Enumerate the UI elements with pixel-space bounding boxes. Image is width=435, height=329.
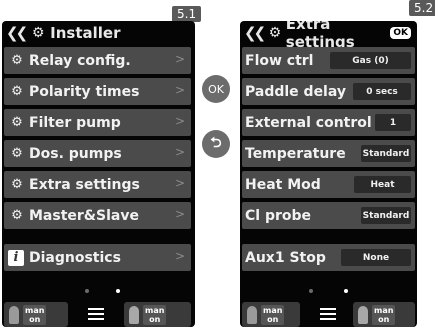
person-icon bbox=[358, 305, 368, 324]
installer-header: ❮❮ ⚙ Installer bbox=[2, 21, 195, 45]
installer-footer: man on man on bbox=[2, 302, 195, 327]
back-arrows-icon[interactable]: ❮❮ bbox=[244, 24, 266, 42]
menu-item-master-slave[interactable]: ⚙ Master&Slave > bbox=[4, 202, 191, 229]
setting-label: Aux1 Stop bbox=[245, 249, 326, 266]
page-dot bbox=[309, 289, 313, 293]
installer-screen: ❮❮ ⚙ Installer ⚙ Relay config. > ⚙ Polar… bbox=[2, 21, 195, 327]
setting-row-flow-ctrl[interactable]: Flow ctrl Gas (0) bbox=[242, 47, 415, 74]
setting-row-aux1-stop[interactable]: Aux1 Stop None bbox=[242, 244, 415, 271]
back-arrow-icon: ⮌ bbox=[210, 135, 222, 151]
gears-icon: ⚙ bbox=[268, 25, 282, 41]
manual-on-label: man on bbox=[372, 304, 396, 325]
setting-row-cl-probe[interactable]: Cl probe Standard bbox=[242, 202, 415, 229]
person-icon bbox=[9, 305, 19, 324]
menu-item-filter-pump[interactable]: ⚙ Filter pump > bbox=[4, 109, 191, 136]
ok-badge[interactable]: OK bbox=[390, 27, 411, 39]
setting-row-paddle-delay[interactable]: Paddle delay 0 secs bbox=[242, 78, 415, 105]
page-indicator bbox=[240, 286, 417, 296]
setting-row-temperature[interactable]: Temperature Standard bbox=[242, 140, 415, 167]
chevron-right-icon: > bbox=[174, 207, 185, 221]
menu-item-polarity-times[interactable]: ⚙ Polarity times > bbox=[4, 78, 191, 105]
manual-on-button-2[interactable]: man on bbox=[124, 302, 191, 327]
chevron-right-icon: > bbox=[174, 52, 185, 66]
setting-value[interactable]: Standard bbox=[361, 207, 411, 224]
setting-label: Cl probe bbox=[245, 207, 312, 224]
back-button[interactable]: ⮌ bbox=[202, 130, 230, 158]
menu-item-diagnostics[interactable]: i Diagnostics > bbox=[4, 244, 191, 271]
menu-icon[interactable] bbox=[88, 308, 104, 321]
setting-value[interactable]: Gas (0) bbox=[330, 52, 411, 69]
manual-on-button-1[interactable]: man on bbox=[4, 302, 68, 327]
manual-on-button-2[interactable]: man on bbox=[353, 302, 415, 327]
setting-value[interactable]: Heat bbox=[354, 176, 411, 193]
gears-icon: ⚙ bbox=[31, 25, 45, 41]
setting-value[interactable]: None bbox=[341, 249, 411, 266]
setting-row-heat-mod[interactable]: Heat Mod Heat bbox=[242, 171, 415, 198]
setting-value[interactable]: 0 secs bbox=[353, 83, 411, 100]
menu-item-extra-settings[interactable]: ⚙ Extra settings > bbox=[4, 171, 191, 198]
chevron-right-icon: > bbox=[174, 145, 185, 159]
manual-on-button-1[interactable]: man on bbox=[242, 302, 300, 327]
menu-item-label: Diagnostics bbox=[29, 249, 121, 266]
menu-icon[interactable] bbox=[320, 308, 336, 321]
page-dot-active bbox=[116, 289, 120, 293]
menu-item-label: Relay config. bbox=[29, 52, 131, 69]
page-indicator bbox=[2, 286, 195, 296]
menu-item-label: Polarity times bbox=[29, 83, 140, 100]
menu-item-label: Extra settings bbox=[29, 176, 140, 193]
chevron-right-icon: > bbox=[174, 176, 185, 190]
chevron-right-icon: > bbox=[174, 114, 185, 128]
back-arrows-icon[interactable]: ❮❮ bbox=[6, 24, 28, 42]
extra-settings-header: ❮❮ ⚙ Extra settings OK bbox=[240, 21, 417, 51]
ok-button[interactable]: OK bbox=[202, 75, 230, 103]
gears-icon: ⚙ bbox=[11, 146, 23, 161]
person-icon bbox=[247, 305, 257, 324]
extra-settings-footer: man on man on bbox=[240, 302, 417, 327]
menu-item-relay-config[interactable]: ⚙ Relay config. > bbox=[4, 47, 191, 74]
setting-label: External control bbox=[245, 114, 372, 131]
setting-value[interactable]: Standard bbox=[361, 145, 411, 162]
chevron-right-icon: > bbox=[174, 83, 185, 97]
page-dot-active bbox=[344, 289, 348, 293]
setting-value[interactable]: 1 bbox=[375, 114, 411, 131]
gears-icon: ⚙ bbox=[11, 53, 23, 68]
setting-label: Flow ctrl bbox=[245, 52, 314, 69]
manual-on-label: man on bbox=[143, 304, 167, 325]
gears-icon: ⚙ bbox=[11, 84, 23, 99]
person-icon bbox=[129, 305, 139, 324]
setting-label: Paddle delay bbox=[245, 83, 347, 100]
manual-on-label: man on bbox=[23, 304, 47, 325]
screen-label-5-2: 5.2 bbox=[409, 0, 435, 16]
screen-label-5-1: 5.1 bbox=[172, 6, 202, 22]
menu-item-label: Master&Slave bbox=[29, 207, 139, 224]
gears-icon: ⚙ bbox=[11, 208, 23, 223]
gears-icon: ⚙ bbox=[11, 115, 23, 130]
info-icon: i bbox=[8, 249, 24, 266]
setting-label: Temperature bbox=[245, 145, 346, 162]
menu-item-label: Filter pump bbox=[29, 114, 121, 131]
chevron-right-icon: > bbox=[174, 249, 185, 263]
extra-settings-screen: ❮❮ ⚙ Extra settings OK Flow ctrl Gas (0)… bbox=[240, 21, 417, 327]
menu-item-dos-pumps[interactable]: ⚙ Dos. pumps > bbox=[4, 140, 191, 167]
gears-icon: ⚙ bbox=[11, 177, 23, 192]
installer-title: Installer bbox=[50, 24, 121, 42]
menu-item-label: Dos. pumps bbox=[29, 145, 122, 162]
page-dot bbox=[85, 289, 89, 293]
setting-label: Heat Mod bbox=[245, 176, 321, 193]
manual-on-label: man on bbox=[261, 304, 285, 325]
setting-row-external-control[interactable]: External control 1 bbox=[242, 109, 415, 136]
